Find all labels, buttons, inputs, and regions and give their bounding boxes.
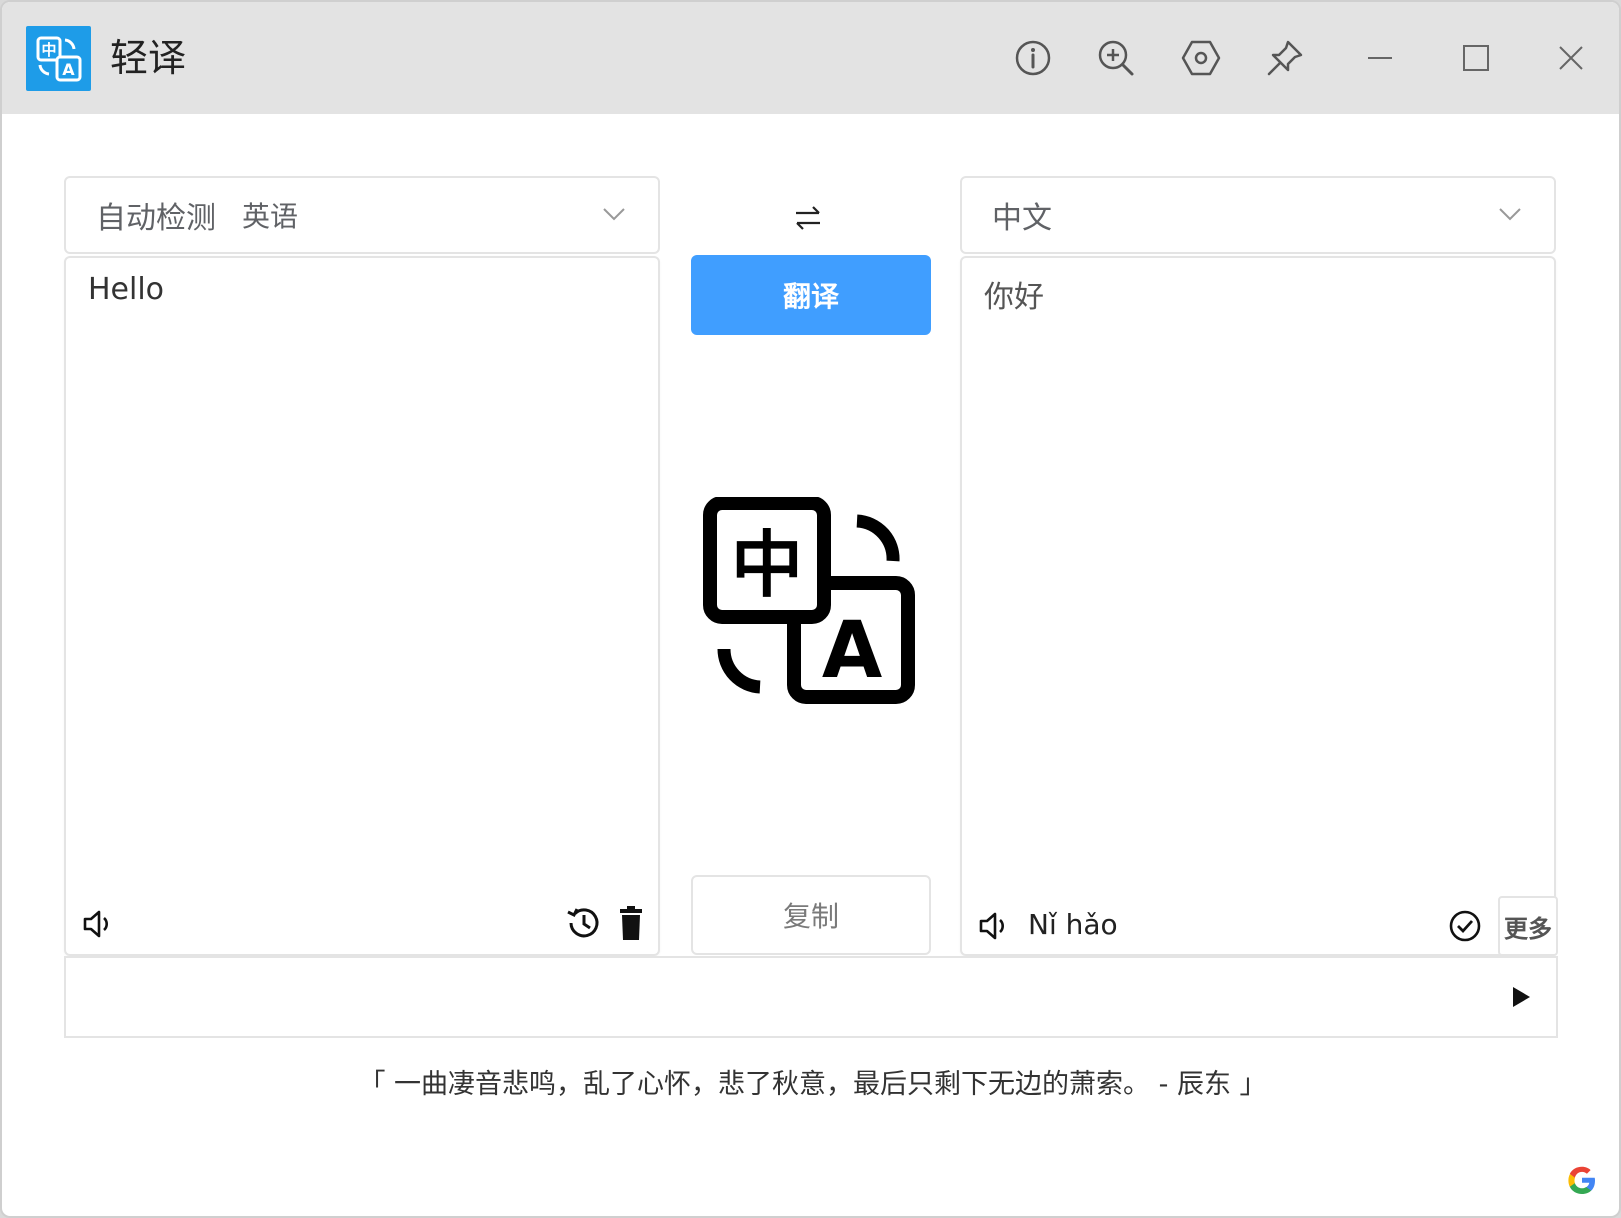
history-icon[interactable] [563, 902, 605, 944]
target-language-select[interactable]: 中文 [960, 176, 1556, 254]
detected-language-label: 英语 [242, 200, 299, 233]
trash-icon[interactable] [614, 902, 648, 944]
source-language-select[interactable]: 自动检测 英语 [64, 176, 660, 254]
google-icon[interactable] [1566, 1164, 1600, 1198]
play-icon[interactable] [1506, 982, 1536, 1012]
logo-en-glyph: A [62, 60, 75, 79]
swap-arrows-icon[interactable] [788, 200, 828, 236]
logo-zh-glyph: 中 [41, 41, 56, 59]
info-icon[interactable] [1010, 35, 1056, 81]
maximize-icon[interactable] [1453, 35, 1499, 81]
prompt-input-bar[interactable] [64, 956, 1558, 1038]
check-circle-icon[interactable] [1445, 906, 1485, 946]
close-icon[interactable] [1548, 35, 1594, 81]
source-language-label: 自动检测 [96, 201, 216, 236]
target-text-panel: 你好 Nǐ hǎo [960, 256, 1556, 956]
translate-button[interactable]: 翻译 [691, 255, 931, 335]
pinyin-text: Nǐ hǎo [1028, 908, 1118, 941]
illustration-zh-glyph: 中 [731, 523, 803, 607]
app-title: 轻译 [110, 36, 187, 80]
target-text-output: 你好 [984, 280, 1044, 315]
app-window: 中 A 轻译 自动检测 英语 中文 Hello 翻译 中 A 复制 你好 Nǐ … [0, 0, 1621, 1218]
copy-button[interactable]: 复制 [691, 875, 931, 955]
settings-icon[interactable] [1178, 35, 1224, 81]
source-text-panel[interactable]: Hello [64, 256, 660, 956]
speaker-icon[interactable] [78, 904, 118, 944]
speaker-icon[interactable] [974, 906, 1014, 946]
illustration-en-glyph: A [822, 606, 882, 696]
minimize-icon[interactable] [1357, 35, 1403, 81]
pin-icon[interactable] [1262, 35, 1308, 81]
title-bar[interactable]: 中 A 轻译 [2, 2, 1619, 114]
target-language-label: 中文 [992, 201, 1052, 236]
daily-quote: 「 一曲凄音悲鸣，乱了心怀，悲了秋意，最后只剩下无边的萧索。 - 辰东 」 [358, 1069, 1267, 1100]
chevron-down-icon [602, 206, 626, 226]
translate-illustration-icon: 中 A [702, 496, 922, 717]
translate-logo-icon: 中 A [26, 26, 91, 91]
zoom-in-icon[interactable] [1093, 35, 1139, 81]
more-button[interactable]: 更多 [1498, 896, 1558, 956]
chevron-down-icon [1498, 206, 1522, 226]
source-text-input[interactable]: Hello [88, 272, 164, 307]
